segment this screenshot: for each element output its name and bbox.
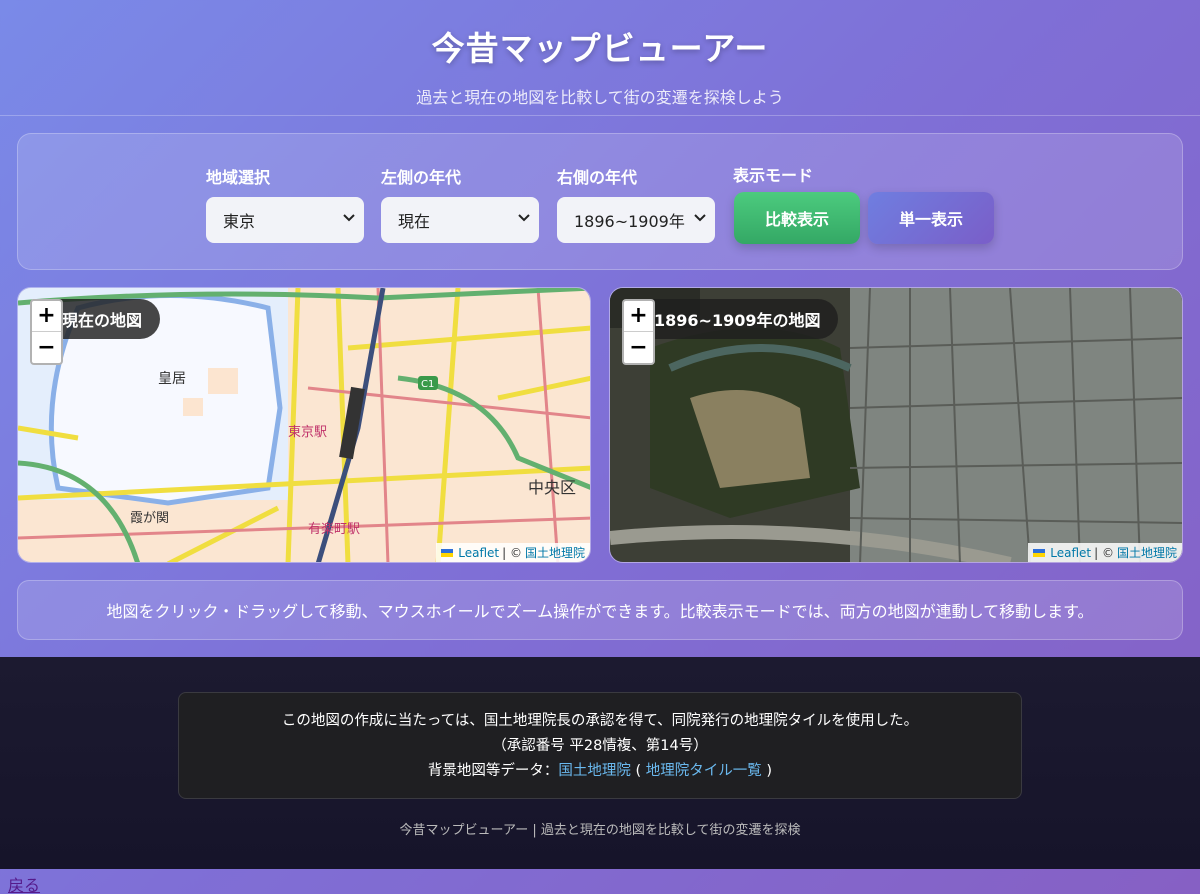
chevron-down-icon — [518, 214, 530, 222]
mode-label: 表示モード — [733, 166, 814, 185]
paren-close: ) — [766, 763, 773, 779]
leaflet-link[interactable]: Leaflet — [458, 546, 499, 560]
credit-line-1: この地図の作成に当たっては、国土地理院長の承認を得て、同院発行の地理院タイルを使… — [281, 713, 919, 729]
left-era-label: 左側の年代 — [381, 168, 462, 187]
region-select-value: 東京 — [223, 212, 256, 231]
region-select[interactable]: 東京 — [206, 197, 364, 243]
page-header: 今昔マップビューアー 過去と現在の地図を比較して街の変遷を探検しよう — [0, 0, 1200, 116]
usage-info: 地図をクリック・ドラッグして移動、マウスホイールでズーム操作ができます。比較表示… — [17, 580, 1183, 640]
right-era-label: 右側の年代 — [557, 168, 638, 187]
left-map[interactable]: 皇居 東京駅 霞が関 有楽町駅 中央区 C1 現在の地図 + − Leaflet… — [17, 287, 591, 563]
right-zoom-in-button[interactable]: + — [624, 301, 653, 332]
route-label-c1: C1 — [421, 379, 434, 390]
ukraine-flag-icon — [1033, 548, 1046, 557]
chevron-down-icon — [343, 214, 355, 222]
single-mode-button[interactable]: 単一表示 — [868, 192, 994, 244]
right-era-group: 右側の年代 1896~1909年 — [557, 164, 715, 243]
credit-line-3: 背景地図等データ：国土地理院 ( 地理院タイル一覧 ) — [179, 759, 1021, 784]
right-zoom-out-button[interactable]: − — [624, 332, 653, 363]
ukraine-flag-icon — [441, 548, 454, 557]
region-label: 地域選択 — [206, 168, 271, 187]
page-subtitle: 過去と現在の地図を比較して街の変遷を探検しよう — [416, 88, 784, 107]
compare-mode-button[interactable]: 比較表示 — [734, 192, 860, 244]
gsi-link[interactable]: 国土地理院 — [525, 544, 585, 561]
left-era-select-value: 現在 — [398, 212, 431, 231]
credit-box: この地図の作成に当たっては、国土地理院長の承認を得て、同院発行の地理院タイルを使… — [178, 692, 1022, 799]
control-panel: 地域選択 東京 左側の年代 現在 右側の年代 1896~1909年 表示モード … — [17, 133, 1183, 270]
footer: この地図の作成に当たっては、国土地理院長の承認を得て、同院発行の地理院タイルを使… — [0, 657, 1200, 869]
right-era-select[interactable]: 1896~1909年 — [557, 197, 715, 243]
right-map-label: 1896~1909年の地図 — [632, 299, 839, 339]
place-label-kokyo: 皇居 — [158, 371, 186, 387]
attribution-separator: | © — [1094, 545, 1114, 560]
left-era-select[interactable]: 現在 — [381, 197, 539, 243]
credit-line-2: （承認番号 平28情複、第14号） — [492, 738, 708, 754]
tile-list-link[interactable]: 地理院タイル一覧 — [646, 763, 762, 779]
region-group: 地域選択 東京 — [206, 164, 364, 243]
credit-prefix: 背景地図等データ： — [427, 763, 559, 779]
place-label-chuo: 中央区 — [528, 478, 576, 497]
place-label-tokyo-station: 東京駅 — [288, 424, 327, 440]
left-era-group: 左側の年代 現在 — [381, 164, 539, 243]
left-zoom-in-button[interactable]: + — [32, 301, 61, 332]
paren-open: ( — [635, 763, 642, 779]
place-label-kasumigaseki: 霞が関 — [130, 511, 169, 526]
page-title: 今昔マップビューアー — [431, 29, 769, 68]
right-attribution: Leaflet | © 国土地理院 — [1028, 543, 1182, 562]
left-zoom-out-button[interactable]: − — [32, 332, 61, 363]
right-map[interactable]: 1896~1909年の地図 + − Leaflet | © 国土地理院 — [609, 287, 1183, 563]
left-attribution: Leaflet | © 国土地理院 — [436, 543, 590, 562]
leaflet-link[interactable]: Leaflet — [1050, 546, 1091, 560]
gsi-home-link[interactable]: 国土地理院 — [558, 763, 631, 779]
chevron-down-icon — [694, 214, 706, 222]
mode-group: 表示モード — [733, 162, 813, 195]
footer-note: 今昔マップビューアー | 過去と現在の地図を比較して街の変遷を探検 — [399, 823, 801, 838]
back-link[interactable]: 戻る — [8, 872, 40, 894]
right-zoom-control: + − — [622, 299, 655, 365]
left-zoom-control: + − — [30, 299, 63, 365]
right-era-select-value: 1896~1909年 — [574, 212, 685, 231]
place-label-yurakucho: 有楽町駅 — [308, 521, 360, 537]
gsi-link[interactable]: 国土地理院 — [1117, 544, 1177, 561]
attribution-separator: | © — [502, 545, 522, 560]
